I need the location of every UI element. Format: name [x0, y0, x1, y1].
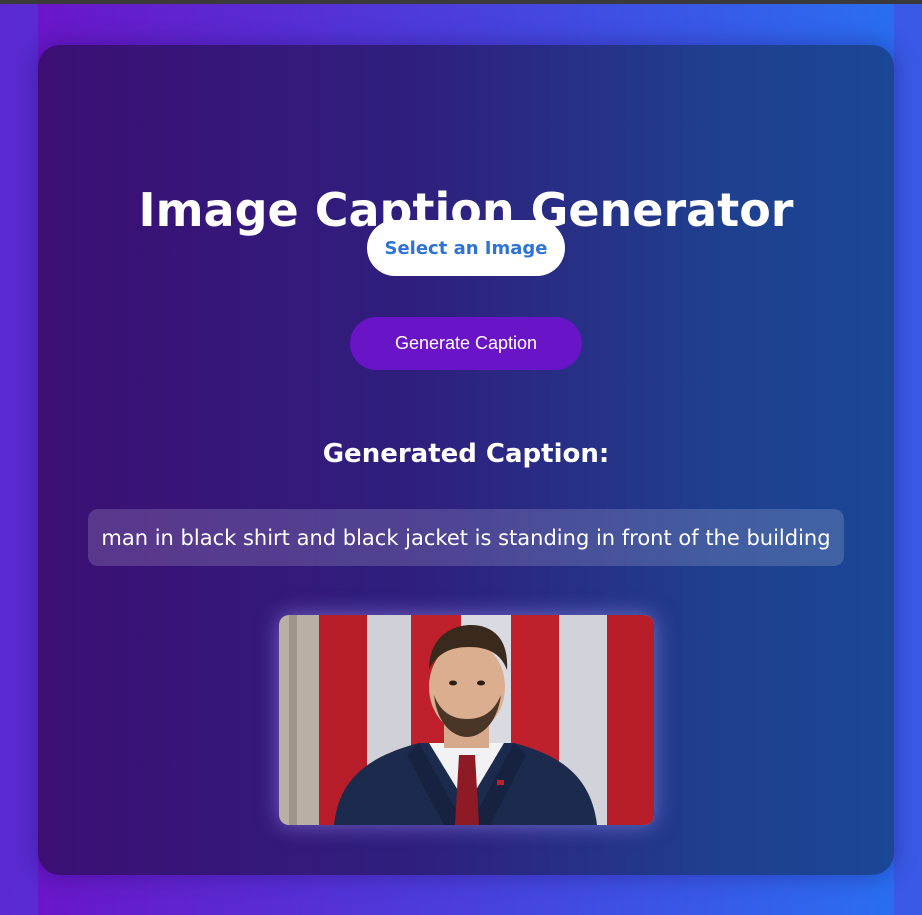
caption-text: man in black shirt and black jacket is s… — [101, 525, 831, 550]
caption-output: man in black shirt and black jacket is s… — [88, 509, 844, 566]
select-image-button[interactable]: Select an Image — [367, 220, 565, 276]
caption-heading: Generated Caption: — [322, 439, 610, 469]
image-preview — [279, 615, 654, 825]
caption-card: Image Caption Generator Select an Image … — [38, 45, 894, 875]
preview-photo — [279, 615, 654, 825]
generate-caption-button[interactable]: Generate Caption — [350, 317, 582, 370]
